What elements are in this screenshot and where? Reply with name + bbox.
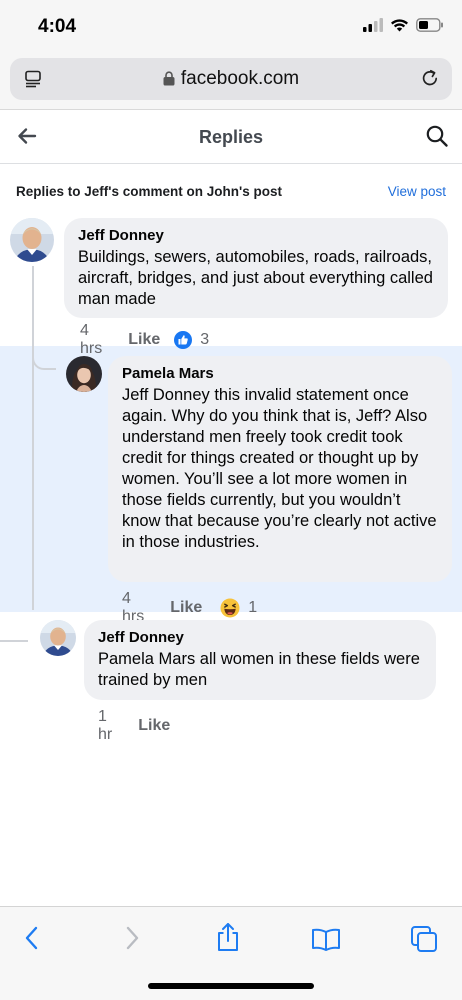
comment-author[interactable]: Jeff Donney: [98, 628, 422, 647]
thread-line-main: [32, 266, 34, 610]
search-icon[interactable]: [425, 124, 449, 153]
like-button[interactable]: Like: [138, 717, 170, 735]
comment-text: Jeff Donney this invalid statement once …: [122, 386, 437, 551]
status-icons: [363, 18, 444, 37]
url-text: facebook.com: [180, 68, 300, 89]
avatar[interactable]: [10, 218, 54, 262]
status-bar: 4:04: [0, 0, 462, 52]
browser-back-icon[interactable]: [22, 925, 42, 956]
cellular-signal-icon: [363, 18, 383, 37]
lock-icon: [163, 70, 175, 92]
status-time: 4:04: [38, 16, 77, 37]
comment-bubble[interactable]: Jeff Donney Buildings, sewers, automobil…: [64, 218, 448, 318]
comment-timestamp[interactable]: 4 hrs: [80, 322, 102, 358]
like-button[interactable]: Like: [128, 331, 160, 349]
like-button[interactable]: Like: [170, 599, 202, 617]
comment-timestamp[interactable]: 1 hr: [98, 708, 112, 744]
comment-text: Buildings, sewers, automobiles, roads, r…: [78, 248, 433, 308]
reply-context-bar: Replies to Jeff's comment on John's post…: [16, 176, 446, 206]
comment-author[interactable]: Pamela Mars: [122, 364, 438, 383]
tabs-icon[interactable]: [410, 925, 438, 958]
reaction-count[interactable]: 1: [248, 599, 257, 617]
browser-url-area: facebook.com: [0, 52, 462, 110]
battery-icon: [416, 18, 444, 37]
haha-reaction-icon[interactable]: [220, 598, 240, 618]
comment-bubble[interactable]: Jeff Donney Pamela Mars all women in the…: [84, 620, 436, 700]
comment-actions: 1 hr Like: [98, 708, 184, 744]
thread-connector-2: [0, 640, 28, 642]
like-reaction-icon[interactable]: [174, 331, 193, 349]
reload-icon[interactable]: [420, 68, 440, 93]
replies-header: Replies: [0, 110, 462, 164]
reply-context-text: Replies to Jeff's comment on John's post: [16, 184, 282, 199]
reaction-count[interactable]: 3: [200, 331, 209, 349]
page-title: Replies: [198, 127, 264, 147]
comment-text: Pamela Mars all women in these fields we…: [98, 650, 420, 689]
avatar[interactable]: [66, 356, 102, 392]
thread-connector-1: [32, 346, 56, 370]
address-bar[interactable]: facebook.com: [10, 58, 452, 100]
share-icon[interactable]: [215, 921, 241, 958]
avatar[interactable]: [40, 620, 76, 656]
wifi-icon: [390, 18, 409, 37]
browser-forward-icon[interactable]: [122, 925, 142, 956]
url-display[interactable]: facebook.com: [10, 68, 452, 92]
view-post-link[interactable]: View post: [388, 184, 446, 199]
comment-bubble[interactable]: Pamela Mars Jeff Donney this invalid sta…: [108, 356, 452, 582]
comment-actions: 4 hrs Like 3: [80, 322, 209, 358]
home-indicator[interactable]: [148, 983, 314, 989]
bookmarks-icon[interactable]: [311, 927, 341, 956]
comment-author[interactable]: Jeff Donney: [78, 226, 434, 245]
